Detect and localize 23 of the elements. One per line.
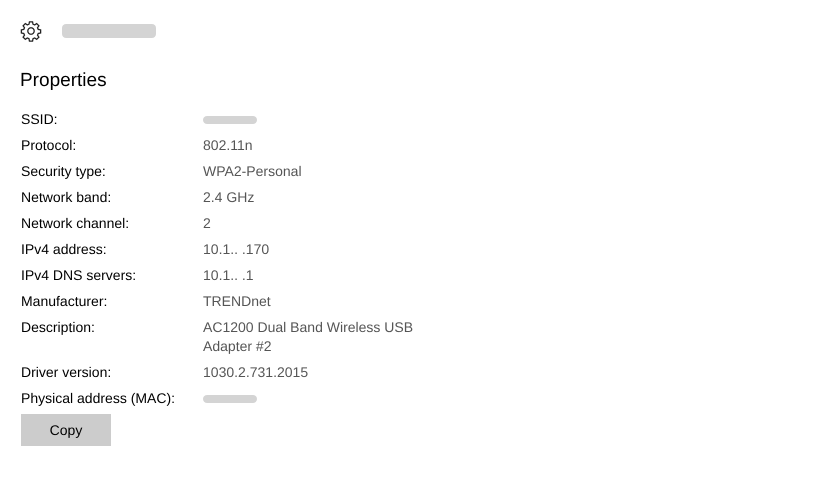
property-value: AC1200 Dual Band Wireless USB Adapter #2: [203, 318, 414, 356]
property-value: 10.1.. .1: [203, 266, 255, 285]
property-label: Network channel:: [21, 214, 130, 233]
property-label: IPv4 DNS servers:: [21, 266, 138, 285]
property-value: 1030.2.731.2015: [203, 363, 310, 382]
property-label: Manufacturer:: [21, 292, 108, 311]
property-value: TRENDnet: [203, 292, 272, 311]
property-value: WPA2-Personal: [203, 162, 303, 181]
property-label: Physical address (MAC):: [21, 389, 176, 408]
property-value: 2.4 GHz: [203, 188, 256, 207]
property-value: 10.1.. .170: [203, 240, 270, 259]
property-label: Description:: [21, 318, 96, 337]
property-label: Network band:: [21, 188, 112, 207]
section-heading: Properties: [20, 70, 108, 92]
property-label: Driver version:: [21, 363, 112, 382]
property-value: 802.11n: [203, 136, 254, 155]
property-label: Protocol:: [21, 136, 78, 155]
property-label: Security type:: [21, 162, 107, 181]
property-label: SSID:: [21, 110, 59, 129]
property-value: 2: [203, 214, 212, 233]
property-label: IPv4 address:: [21, 240, 108, 259]
settings-icon[interactable]: [20, 20, 42, 42]
copy-button[interactable]: Copy: [21, 414, 111, 446]
